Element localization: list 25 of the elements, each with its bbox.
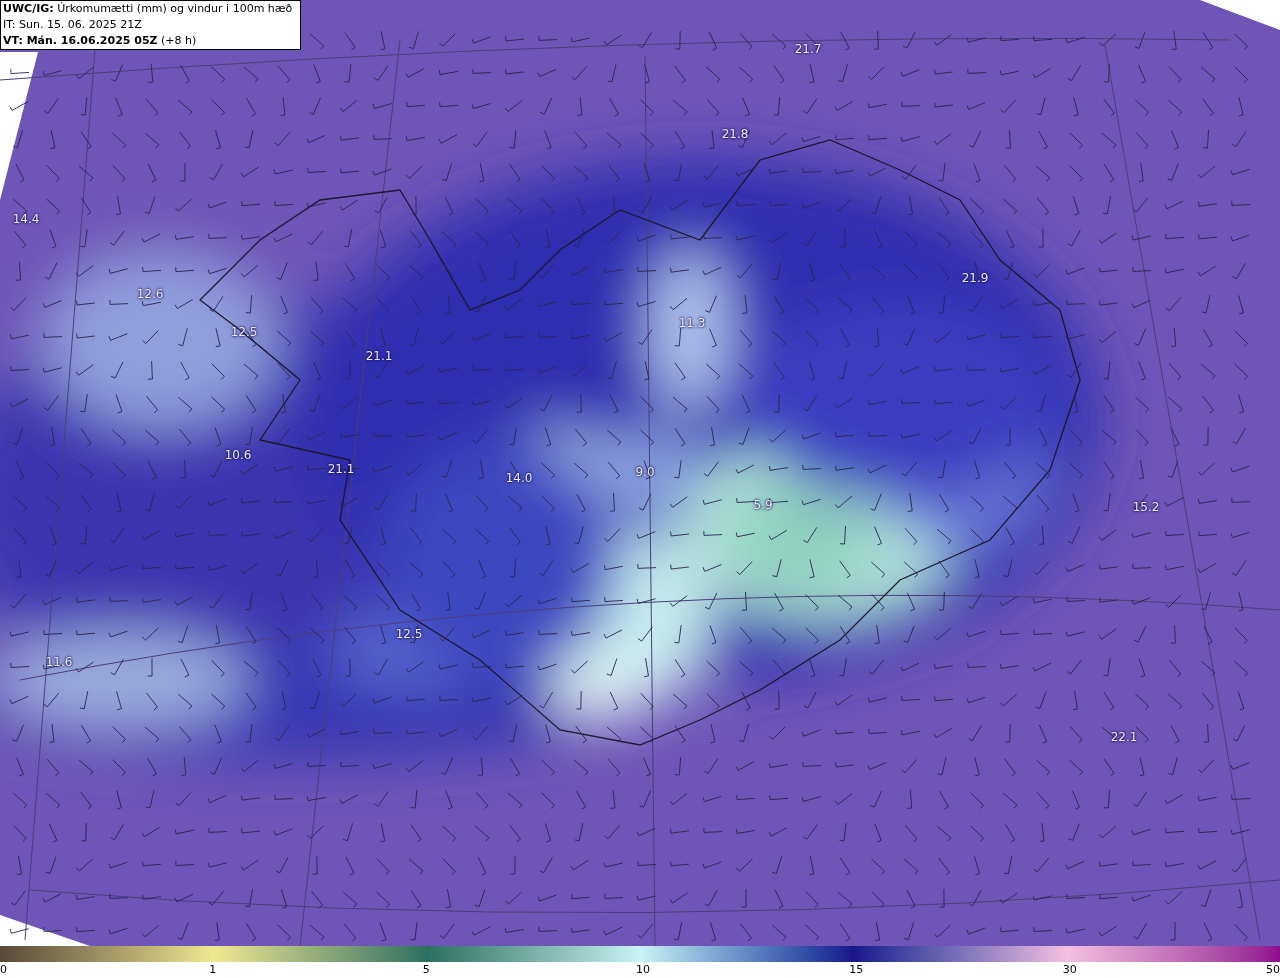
value-label: 21.1	[327, 463, 355, 475]
issue-time: IT: Sun. 15. 06. 2025 21Z	[3, 17, 143, 33]
value-label: 21.7	[794, 43, 822, 55]
map-title: UWC/IG: Úrkomumætti (mm) og vindur i 100m hæð	[3, 1, 293, 17]
value-label: 22.1	[1110, 731, 1138, 743]
value-label: 5.9	[753, 499, 773, 511]
scale-tick-label: 1	[209, 962, 217, 978]
scale-tick-label: 30	[1062, 962, 1077, 978]
scale-tick-label: 10	[636, 962, 650, 978]
value-label: 15.2	[1132, 501, 1160, 513]
value-label: 14.0	[505, 472, 533, 484]
value-label: 21.8	[721, 128, 749, 140]
scale-tick-label: 5	[422, 962, 430, 978]
scale-tick-label: 50	[1266, 962, 1280, 978]
value-label: 14.4	[12, 213, 40, 225]
valid-time: VT: Mán. 16.06.2025 05Z (+8 h)	[3, 33, 198, 49]
value-label: 21.1	[365, 350, 393, 362]
scale-tick-label: 15	[849, 962, 864, 978]
scale-tick-label: 0	[0, 962, 7, 978]
value-label: 12.5	[395, 628, 423, 640]
value-label: 10.6	[224, 449, 252, 461]
value-label: 11.3	[678, 317, 706, 329]
value-label: 12.6	[136, 288, 164, 300]
value-label: 21.9	[961, 272, 989, 284]
value-label: 11.6	[45, 656, 73, 668]
